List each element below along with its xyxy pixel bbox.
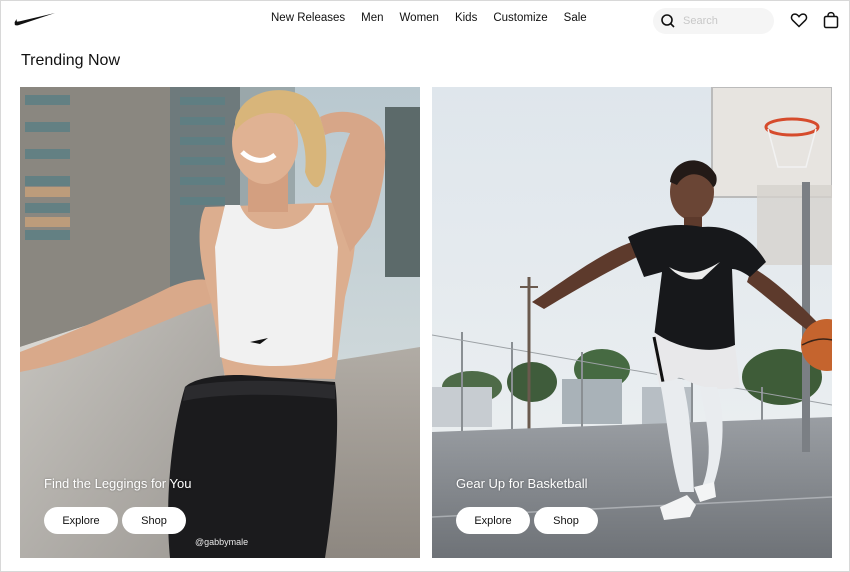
shop-button[interactable]: Shop <box>122 507 186 534</box>
nike-swoosh-logo[interactable] <box>13 11 57 27</box>
search-box[interactable] <box>653 8 774 34</box>
section-title: Trending Now <box>21 52 121 69</box>
nav-link-new-releases[interactable]: New Releases <box>271 12 345 24</box>
shop-button[interactable]: Shop <box>534 507 598 534</box>
card-title-leggings: Find the Leggings for You <box>44 476 192 491</box>
card-title-basketball: Gear Up for Basketball <box>456 476 588 491</box>
heart-icon[interactable] <box>790 11 808 29</box>
explore-button[interactable]: Explore <box>44 507 118 534</box>
top-navigation: New Releases Men Women Kids Customize Sa… <box>1 1 850 39</box>
nav-link-women[interactable]: Women <box>400 12 439 24</box>
promo-card-basketball[interactable]: Gear Up for Basketball Explore Shop <box>432 87 832 558</box>
main-menu: New Releases Men Women Kids Customize Sa… <box>271 12 603 24</box>
explore-button[interactable]: Explore <box>456 507 530 534</box>
nav-link-kids[interactable]: Kids <box>455 12 477 24</box>
nav-link-sale[interactable]: Sale <box>564 12 587 24</box>
nav-link-men[interactable]: Men <box>361 12 383 24</box>
bag-icon[interactable] <box>822 11 840 29</box>
nav-link-customize[interactable]: Customize <box>493 12 547 24</box>
search-icon[interactable] <box>659 12 677 30</box>
promo-card-leggings[interactable]: Find the Leggings for You Explore Shop @… <box>20 87 420 558</box>
search-input[interactable] <box>683 13 767 29</box>
photo-credit: @gabbymale <box>195 537 249 547</box>
